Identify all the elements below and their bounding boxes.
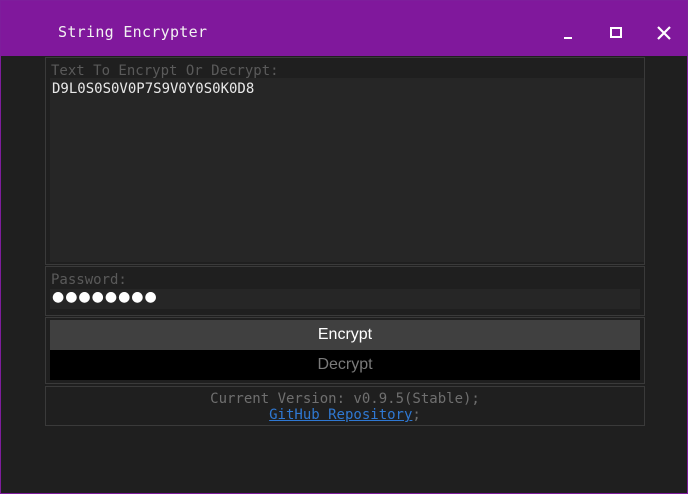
github-repository-link[interactable]: GitHub Repository [269,407,412,423]
password-panel: Password: ●●●●●●●● [45,266,645,316]
close-icon [657,26,671,40]
repo-suffix: ; [412,407,421,423]
decrypt-button[interactable]: Decrypt [50,350,640,380]
maximize-button[interactable] [601,19,631,47]
version-text: Current Version: v0.9.5(Stable); [210,391,480,407]
maximize-icon [610,27,622,38]
minimize-icon [564,37,572,39]
repo-line: GitHub Repository; [46,407,644,423]
close-button[interactable] [649,19,679,47]
encrypt-button[interactable]: Encrypt [50,320,640,350]
action-panel: Encrypt Decrypt [45,317,645,384]
text-input[interactable]: D9L0S0S0V0P7S9V0Y0S0K0D8 [50,78,644,262]
password-field-label: Password: [51,272,127,288]
minimize-button[interactable] [554,19,584,47]
text-panel: Text To Encrypt Or Decrypt: D9L0S0S0V0P7… [45,57,645,265]
window-title: String Encrypter [58,23,208,41]
title-bar[interactable]: String Encrypter [1,1,687,56]
password-input[interactable]: ●●●●●●●● [50,289,640,309]
text-field-label: Text To Encrypt Or Decrypt: [51,63,279,79]
footer-panel: Current Version: v0.9.5(Stable); GitHub … [45,386,645,426]
app-window: String Encrypter Text To Encrypt Or Decr… [0,0,688,494]
